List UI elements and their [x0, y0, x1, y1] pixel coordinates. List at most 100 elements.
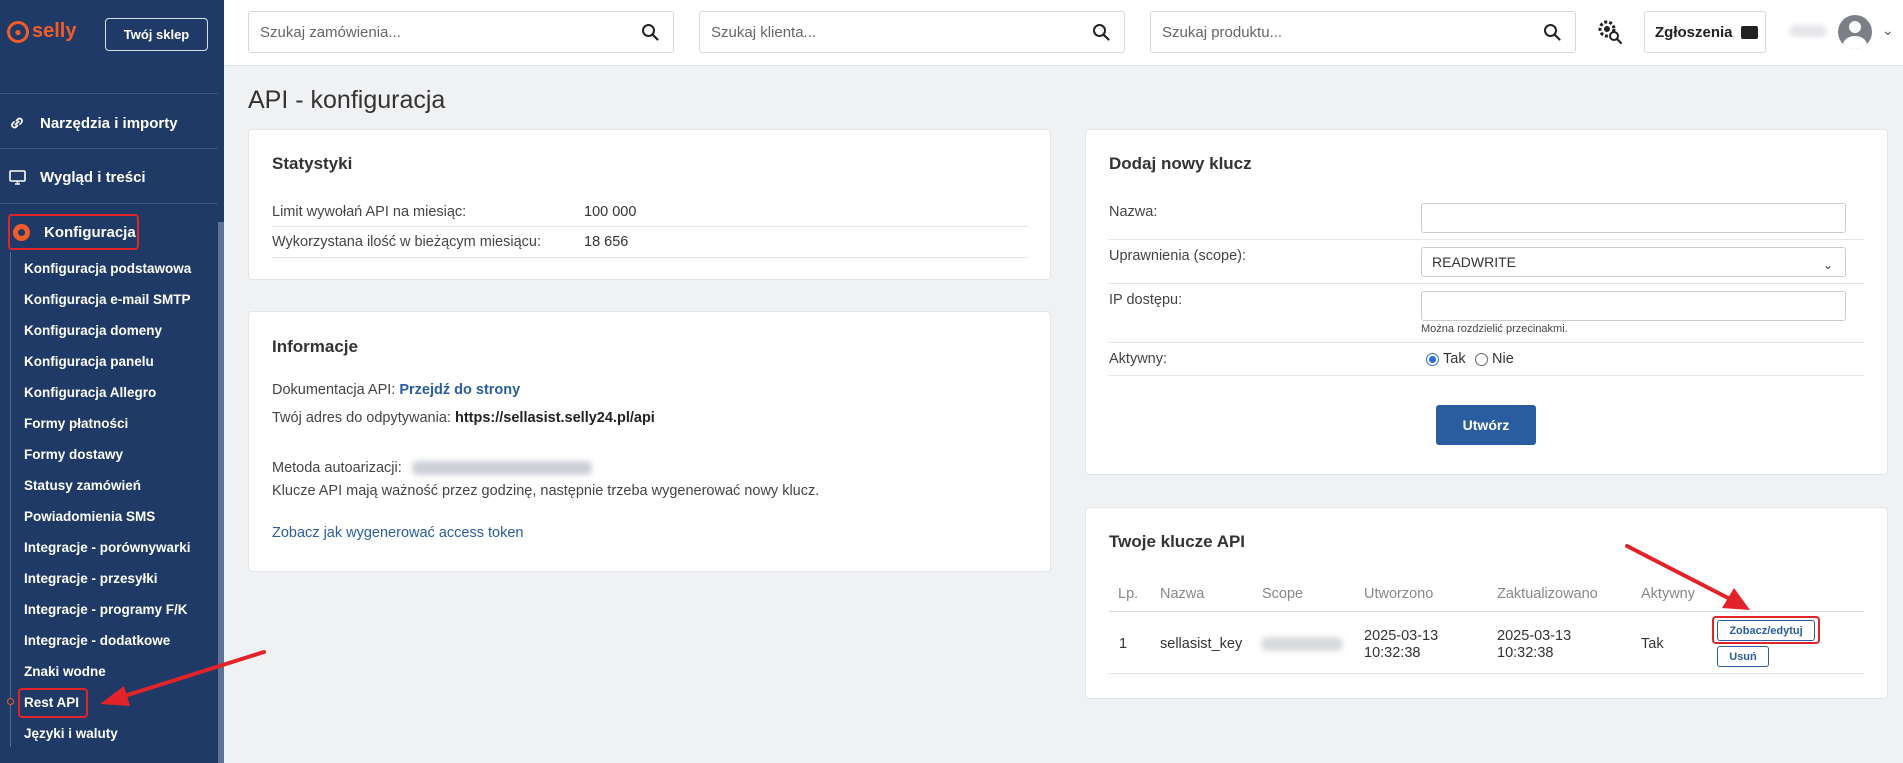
api-keys-title: Twoje klucze API: [1109, 532, 1246, 551]
search-icon[interactable]: [641, 23, 659, 41]
sidebar-item-appearance[interactable]: Wygląd i treści: [0, 150, 218, 204]
scope-select[interactable]: READWRITE ⌄: [1421, 247, 1846, 277]
envelope-icon: [1740, 25, 1758, 39]
stat-value: 100 000: [584, 204, 637, 220]
submenu-item[interactable]: Konfiguracja domeny: [24, 323, 162, 338]
ip-input[interactable]: [1421, 291, 1846, 321]
page-title: API - konfiguracja: [248, 86, 446, 114]
submenu-item[interactable]: Formy dostawy: [24, 447, 123, 462]
sidebar-scrollbar[interactable]: [218, 222, 224, 763]
submenu-item[interactable]: Powiadomienia SMS: [24, 509, 155, 524]
active-label: Aktywny:: [1109, 351, 1168, 367]
submenu-item[interactable]: Konfiguracja e-mail SMTP: [24, 292, 191, 307]
your-shop-button[interactable]: Twój sklep: [105, 18, 208, 51]
row-divider: [1109, 283, 1864, 284]
radio-unchecked[interactable]: [1475, 352, 1488, 366]
stat-value: 18 656: [584, 234, 629, 250]
sidebar-item-configuration[interactable]: Konfiguracja: [8, 214, 139, 250]
active-no-radio[interactable]: Nie: [1475, 351, 1514, 367]
search-clients[interactable]: [699, 11, 1125, 53]
radio-label: Nie: [1492, 351, 1514, 367]
row-divider: [1109, 375, 1864, 376]
submenu-item[interactable]: Konfiguracja panelu: [24, 354, 154, 369]
submenu-line: [10, 252, 11, 747]
stat-label: Wykorzystana ilość w bieżącym miesiącu:: [272, 234, 542, 250]
sidebar: ● selly Twój sklep Narzędzia i importy W…: [0, 0, 224, 763]
new-key-title: Dodaj nowy klucz: [1109, 154, 1252, 173]
sidebar-divider: [0, 93, 218, 94]
user-name-blurred[interactable]: [1789, 25, 1827, 37]
stat-label: Limit wywołań API na miesiąc:: [272, 204, 467, 220]
column-header: Zaktualizowano: [1497, 586, 1598, 602]
chevron-down-icon: ⌄: [1822, 258, 1833, 272]
validity-text: Klucze API mają ważność przez godzinę, n…: [272, 483, 820, 499]
row-divider: [272, 257, 1029, 258]
submenu-item[interactable]: Integracje - przesyłki: [24, 571, 158, 586]
delete-button[interactable]: Usuń: [1717, 646, 1769, 667]
row-divider: [1109, 673, 1864, 674]
column-header: Aktywny: [1641, 586, 1695, 602]
view-edit-button[interactable]: Zobacz/edytuj: [1717, 620, 1815, 641]
submenu-item-rest-api[interactable]: Rest API: [24, 695, 79, 710]
tickets-button[interactable]: Zgłoszenia: [1644, 11, 1766, 53]
search-products-input[interactable]: [1162, 23, 1522, 41]
submenu-item[interactable]: Konfiguracja Allegro: [24, 385, 156, 400]
name-label: Nazwa:: [1109, 204, 1158, 220]
row-divider: [1109, 239, 1864, 240]
radio-checked[interactable]: [1426, 352, 1439, 366]
search-icon[interactable]: [1543, 23, 1561, 41]
key-name-input[interactable]: [1421, 203, 1846, 233]
tickets-label: Zgłoszenia: [1655, 23, 1733, 41]
avatar[interactable]: [1838, 15, 1872, 49]
scope-label: Uprawnienia (scope):: [1109, 248, 1247, 264]
search-products[interactable]: [1150, 11, 1576, 53]
info-title: Informacje: [272, 337, 358, 356]
cell-active: Tak: [1641, 636, 1664, 652]
submenu-item[interactable]: Konfiguracja podstawowa: [24, 261, 191, 276]
cell-scope-blurred: [1261, 637, 1343, 651]
auth-label: Metoda autoarizacji:: [272, 460, 402, 476]
search-orders[interactable]: [248, 11, 674, 53]
submenu-item[interactable]: Języki i waluty: [24, 726, 118, 741]
gear-search-icon[interactable]: [1596, 18, 1624, 46]
doc-link[interactable]: Przejdź do strony: [399, 382, 520, 398]
sidebar-item-tools-imports[interactable]: Narzędzia i importy: [0, 96, 218, 150]
cell-lp: 1: [1119, 636, 1128, 652]
stats-title: Statystyki: [272, 154, 353, 173]
submenu-item[interactable]: Integracje - porównywarki: [24, 540, 191, 555]
header-divider: [1109, 611, 1864, 612]
scope-selected: READWRITE: [1432, 254, 1516, 270]
chevron-down-icon[interactable]: ⌄: [1882, 22, 1894, 39]
column-header: Scope: [1262, 586, 1304, 602]
sidebar-item-label: Narzędzia i importy: [40, 114, 178, 132]
doc-row: Dokumentacja API: Przejdź do strony: [272, 382, 520, 398]
create-button[interactable]: Utwórz: [1436, 405, 1536, 445]
cell-name: sellasist_key: [1160, 636, 1243, 652]
column-header: Nazwa: [1160, 586, 1205, 602]
active-yes-radio[interactable]: Tak: [1426, 351, 1466, 367]
submenu-item[interactable]: Integracje - programy F/K: [24, 602, 188, 617]
row-divider: [1109, 342, 1864, 343]
submenu-item[interactable]: Formy płatności: [24, 416, 128, 431]
selly-logo[interactable]: ● selly: [7, 20, 76, 43]
address-value: https://sellasist.selly24.pl/api: [454, 410, 655, 426]
sidebar-item-label: Wygląd i treści: [40, 168, 146, 186]
auth-method-blurred: [412, 461, 592, 475]
cell-updated-time: 10:32:38: [1497, 645, 1554, 661]
gear-icon: [13, 223, 30, 241]
search-icon[interactable]: [1092, 23, 1110, 41]
ip-hint: Można rozdzielić przecinakmi.: [1421, 323, 1568, 335]
submenu-item[interactable]: Znaki wodne: [24, 664, 106, 679]
monitor-icon: [8, 168, 26, 186]
cell-updated-date: 2025-03-13: [1497, 628, 1572, 644]
column-header: Lp.: [1118, 586, 1139, 602]
submenu-item[interactable]: Integracje - dodatkowe: [24, 633, 170, 648]
cell-created-time: 10:32:38: [1364, 645, 1421, 661]
search-clients-input[interactable]: [711, 23, 1071, 41]
address-row: Twój adres do odpytywania: https://sella…: [272, 410, 655, 426]
submenu-item[interactable]: Statusy zamówień: [24, 478, 141, 493]
search-orders-input[interactable]: [260, 23, 620, 41]
doc-label: Dokumentacja API:: [272, 382, 396, 398]
sidebar-item-label: Konfiguracja: [44, 223, 136, 241]
access-token-link[interactable]: Zobacz jak wygenerować access token: [272, 525, 523, 541]
